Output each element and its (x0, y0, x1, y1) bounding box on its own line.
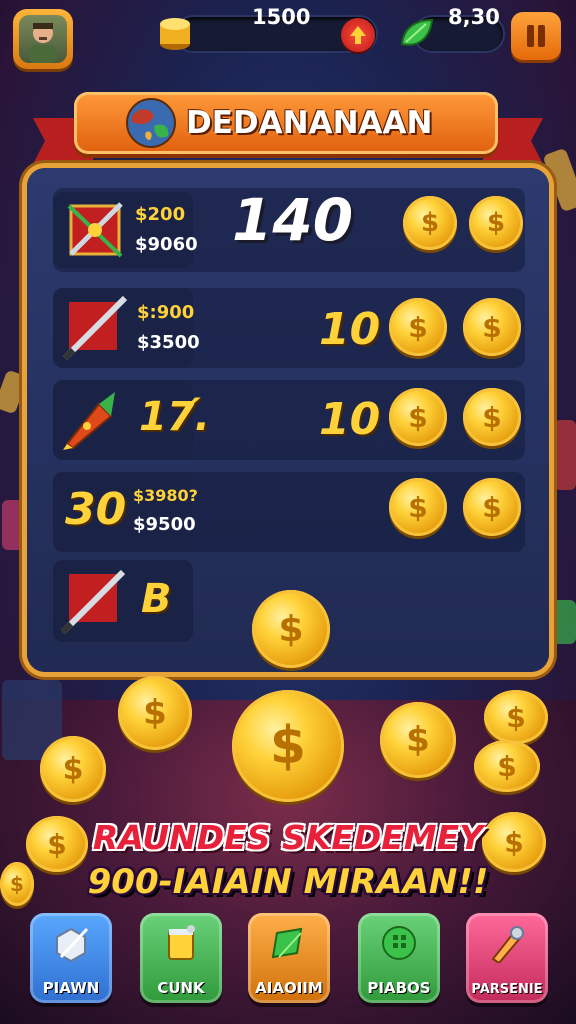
coin-icon: $ (474, 740, 540, 792)
coin-stack-icon (156, 14, 194, 52)
coin-icon: $ (380, 702, 456, 778)
coin-icon: $ (463, 478, 521, 536)
cube-pencil-icon (51, 923, 91, 963)
price-top: $:900 (137, 302, 195, 323)
item-amount: 140 (232, 186, 354, 254)
tagline-line1: RAUNDES SKEDEMEY (92, 818, 484, 857)
item-icon-box: 17́. (53, 380, 210, 460)
green-ball-icon (379, 923, 419, 963)
pause-button[interactable] (511, 12, 561, 60)
nav-parsenie-button[interactable]: PARSENIE (466, 913, 548, 1003)
decor-shape (552, 600, 576, 644)
coin-icon: $ (484, 690, 548, 744)
rocket-pencil-icon (59, 386, 125, 452)
item-icon-text: B (141, 576, 172, 622)
banner-title: DEDANANAAN (186, 105, 433, 141)
player-avatar[interactable] (13, 9, 73, 69)
gem-value: 8,30 (448, 5, 500, 29)
coin-icon: $ (40, 736, 106, 802)
add-coins-button[interactable] (341, 18, 375, 52)
item-icon-text: 17́. (139, 394, 210, 440)
coin-icon: $ (389, 478, 447, 536)
coin-icon: $ (252, 590, 330, 668)
item-icon-box: B (53, 560, 193, 642)
item-icon-text: 30 (65, 484, 127, 535)
coin-icon: $ (118, 676, 192, 750)
item-icon-box: 30 $3980? $9500 (53, 472, 198, 552)
price-bottom: $3500 (137, 332, 200, 353)
item-icon-box: $:900 $3500 (53, 288, 200, 368)
coin-icon: $ (403, 196, 457, 250)
item-amount: 10 (319, 304, 381, 355)
crossed-sword-icon (63, 198, 127, 262)
tagline-line2: 900-IAIAIN MIRAAN!! (87, 862, 489, 902)
price-bottom: $9500 (133, 514, 196, 535)
item-amount: 10 (319, 394, 381, 445)
nav-label: CUNK (157, 979, 205, 997)
arrow-up-icon (350, 26, 366, 44)
nav-label: PARSENIE (471, 982, 543, 997)
red-block-pencil-icon (59, 566, 129, 636)
avatar-portrait (19, 15, 67, 63)
nav-label: AIAOIIM (255, 979, 323, 997)
decor-shape (554, 420, 576, 490)
leaf-gem-icon (396, 14, 436, 54)
cup-icon (161, 923, 201, 963)
coin-icon: $ (232, 690, 344, 802)
title-banner: DEDANANAAN (74, 92, 498, 154)
coin-icon: $ (469, 196, 523, 250)
nav-album-button[interactable]: AIAOIIM (248, 913, 330, 1003)
nav-label: PIABOS (367, 979, 431, 997)
nav-piabos-button[interactable]: PIABOS (358, 913, 440, 1003)
coin-icon: $ (389, 298, 447, 356)
red-block-pencil-icon (59, 292, 131, 364)
decor-shape (0, 369, 29, 415)
nav-cunk-button[interactable]: CUNK (140, 913, 222, 1003)
nav-label: PIAWN (42, 979, 100, 997)
coin-icon: $ (463, 298, 521, 356)
coin-icon: $ (463, 388, 521, 446)
price-top: $3980? (133, 486, 198, 505)
item-icon-box: $200 $9060 (53, 192, 198, 268)
globe-icon (124, 96, 178, 150)
price-top: $200 (135, 204, 186, 225)
coin-value: 1500 (252, 5, 311, 29)
green-flag-icon (269, 923, 309, 963)
pencil-tool-icon (487, 923, 527, 965)
coin-icon: $ (389, 388, 447, 446)
decor-shape (2, 500, 24, 550)
nav-play-button[interactable]: PIAWN (30, 913, 112, 1003)
price-bottom: $9060 (135, 234, 198, 255)
